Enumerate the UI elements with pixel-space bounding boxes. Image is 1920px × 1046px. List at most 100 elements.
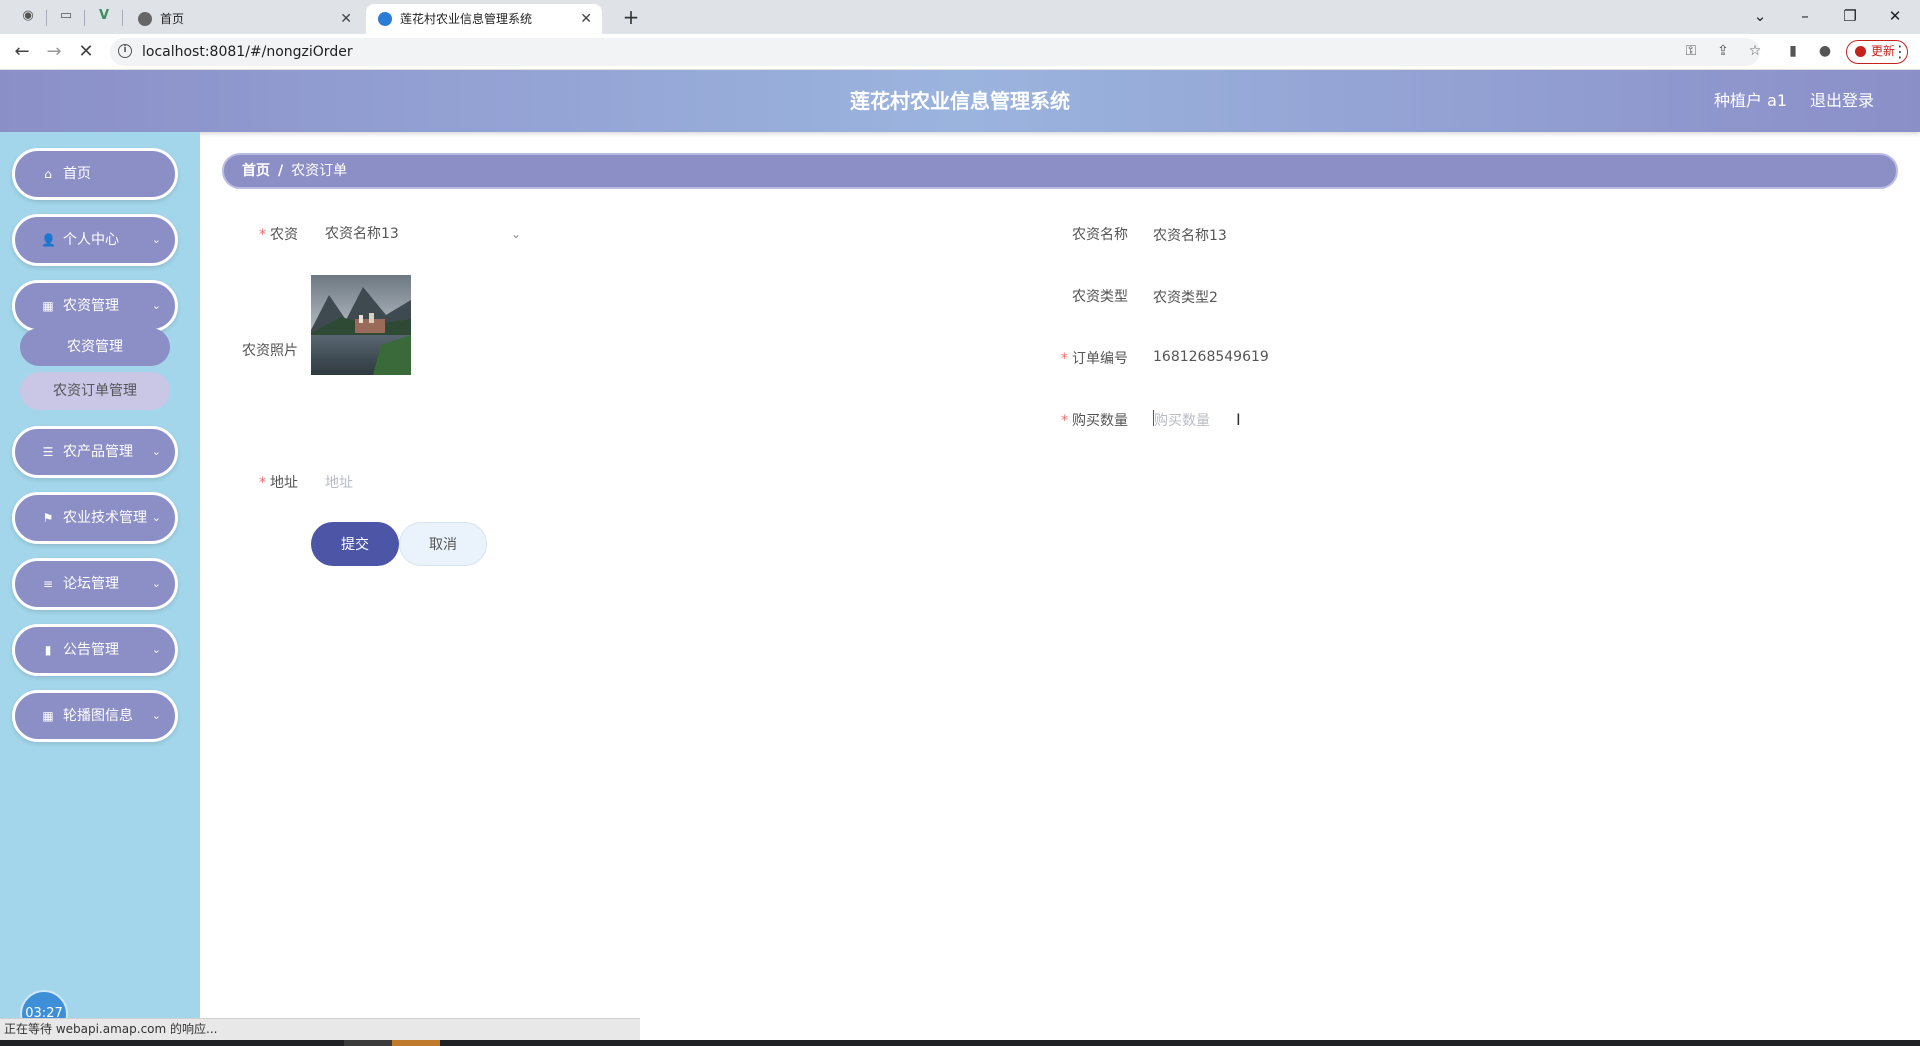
address-input[interactable]: 地址: [311, 466, 871, 496]
required-mark: *: [1061, 413, 1068, 429]
chevron-down-icon: ⌄: [151, 511, 161, 524]
chevron-down-icon: ⌄: [151, 299, 161, 312]
logout-link[interactable]: 退出登录: [1810, 70, 1874, 132]
sidebar-subitem-nongzi-manage[interactable]: 农资管理: [20, 328, 170, 366]
list-icon: ≡: [42, 577, 54, 591]
side-panel-icon[interactable]: ▮: [1784, 42, 1802, 60]
label-text: 订单编号: [1072, 351, 1128, 367]
bar-chart-icon: ▮: [44, 643, 52, 657]
chevron-down-icon: ⌄: [151, 643, 161, 656]
address-bar[interactable]: i localhost:8081/#/nongziOrder: [110, 38, 1760, 66]
required-mark: *: [259, 475, 266, 491]
chevron-down-icon: ⌄: [510, 227, 521, 241]
label-text: 农资照片: [242, 343, 298, 359]
breadcrumb-separator: /: [278, 163, 284, 179]
close-icon[interactable]: ✕: [580, 4, 592, 34]
profile-icon[interactable]: ●: [1816, 42, 1834, 60]
nongzi-photo[interactable]: [311, 275, 411, 375]
home-icon: ⌂: [44, 167, 52, 181]
restore-icon[interactable]: ❐: [1830, 2, 1870, 30]
current-user: 种植户 a1: [1714, 91, 1788, 110]
label-text: 农资类型: [1072, 289, 1128, 305]
cancel-button[interactable]: 取消: [399, 522, 487, 566]
nongzi-name-value: 农资名称13: [1153, 228, 1227, 244]
sidebar-item-label: 农资管理: [63, 298, 119, 314]
app-header: 莲花村农业信息管理系统 种植户 a1 退出登录: [0, 70, 1920, 132]
site-favicon-icon: [378, 12, 392, 26]
browser-tab-strip: ◉ ▭ V 首页 ✕ 莲花村农业信息管理系统 ✕ + ⌄ – ❐ ✕: [0, 0, 1920, 34]
sidebar-item-label: 公告管理: [63, 642, 119, 658]
sidebar-item-carousel[interactable]: ▦ 轮播图信息 ⌄: [12, 690, 178, 742]
sidebar-item-notice[interactable]: ▮ 公告管理 ⌄: [12, 624, 178, 676]
nongzi-type-label: 农资类型: [1018, 286, 1128, 306]
user-icon: 👤: [41, 233, 56, 247]
tab-title: 首页: [160, 12, 185, 26]
sidebar-item-forum[interactable]: ≡ 论坛管理 ⌄: [12, 558, 178, 610]
landscape-image: [311, 275, 411, 375]
sidebar-item-label: 农产品管理: [63, 444, 133, 460]
browser-status-bar: 正在等待 webapi.amap.com 的响应...: [0, 1018, 640, 1040]
order-no-value: 1681268549619: [1153, 349, 1269, 365]
nongzi-select-value: 农资名称13: [325, 226, 399, 242]
sidebar-item-label: 个人中心: [63, 232, 119, 248]
chevron-down-icon: ⌄: [151, 233, 161, 246]
required-mark: *: [1061, 351, 1068, 367]
globe-icon[interactable]: ◉: [20, 8, 36, 24]
minimize-icon[interactable]: –: [1785, 2, 1825, 30]
close-window-icon[interactable]: ✕: [1875, 2, 1915, 30]
tab-separator: [122, 10, 123, 26]
order-no-label: * 订单编号: [1018, 348, 1128, 368]
breadcrumb-current: 农资订单: [291, 163, 348, 179]
sidebar-item-nongzi[interactable]: ▦ 农资管理 ⌄: [12, 280, 178, 332]
sliders-icon: ☰: [42, 445, 54, 459]
nongzi-select[interactable]: 农资名称13 ⌄: [311, 220, 521, 248]
nongzi-name-label: 农资名称: [1018, 224, 1128, 244]
app-title: 莲花村农业信息管理系统: [850, 89, 1070, 113]
site-info-icon[interactable]: i: [118, 44, 132, 58]
flag-icon: ⚑: [42, 511, 54, 525]
sidebar: ⌂ 首页 👤 个人中心 ⌄ ▦ 农资管理 ⌄ 农资管理 农资订单管理 ☰ 农产品…: [0, 132, 200, 1046]
tab-title: 莲花村农业信息管理系统: [400, 12, 533, 26]
grid-icon: ▦: [42, 709, 54, 723]
key-icon[interactable]: ⚿: [1682, 42, 1700, 60]
tab-system[interactable]: 莲花村农业信息管理系统 ✕: [366, 4, 602, 34]
stop-loading-icon[interactable]: ✕: [74, 40, 98, 64]
quantity-label: * 购买数量: [1018, 410, 1128, 430]
share-icon[interactable]: ⇪: [1714, 42, 1732, 60]
sidebar-item-home[interactable]: ⌂ 首页: [12, 148, 178, 200]
sidebar-item-personal-center[interactable]: 👤 个人中心 ⌄: [12, 214, 178, 266]
nongzi-type-value: 农资类型2: [1153, 290, 1218, 306]
text-caret: [1153, 410, 1154, 426]
taskbar-app[interactable]: [344, 1040, 392, 1046]
grid-icon: ▦: [42, 299, 54, 313]
sidebar-subitem-nongzi-order[interactable]: 农资订单管理: [20, 372, 170, 410]
breadcrumb-home[interactable]: 首页: [242, 163, 270, 179]
submit-button[interactable]: 提交: [311, 522, 399, 566]
tab-search-icon[interactable]: ⌄: [1740, 2, 1780, 30]
label-text: 农资: [270, 227, 298, 243]
sidebar-item-label: 农业技术管理: [63, 510, 147, 526]
label-text: 农资名称: [1072, 227, 1128, 243]
url-text: localhost:8081/#/nongziOrder: [142, 44, 353, 60]
sidebar-item-products[interactable]: ☰ 农产品管理 ⌄: [12, 426, 178, 478]
new-tab-button[interactable]: +: [618, 4, 644, 30]
forward-icon[interactable]: →: [42, 40, 66, 64]
quantity-input[interactable]: 购买数量: [1150, 404, 1710, 434]
globe-icon: [138, 12, 152, 26]
vue-icon[interactable]: V: [96, 8, 112, 24]
sidebar-item-tech[interactable]: ⚑ 农业技术管理 ⌄: [12, 492, 178, 544]
taskbar-app-active[interactable]: [392, 1040, 440, 1046]
back-icon[interactable]: ←: [10, 40, 34, 64]
star-icon[interactable]: ☆: [1746, 42, 1764, 60]
close-icon[interactable]: ✕: [340, 4, 352, 34]
blank-page-icon[interactable]: ▭: [58, 8, 74, 24]
ibeam-cursor-icon: I: [1236, 410, 1241, 429]
sidebar-item-label: 论坛管理: [63, 576, 119, 592]
tab-separator: [46, 10, 47, 26]
browser-menu-icon[interactable]: ⋮: [1892, 42, 1908, 61]
tab-separator: [84, 10, 85, 26]
browser-toolbar: ← → ✕ i localhost:8081/#/nongziOrder ⚿ ⇪…: [0, 34, 1920, 70]
chevron-down-icon: ⌄: [151, 445, 161, 458]
tab-home[interactable]: 首页 ✕: [126, 4, 362, 34]
breadcrumb: 首页 / 农资订单: [222, 153, 1898, 189]
